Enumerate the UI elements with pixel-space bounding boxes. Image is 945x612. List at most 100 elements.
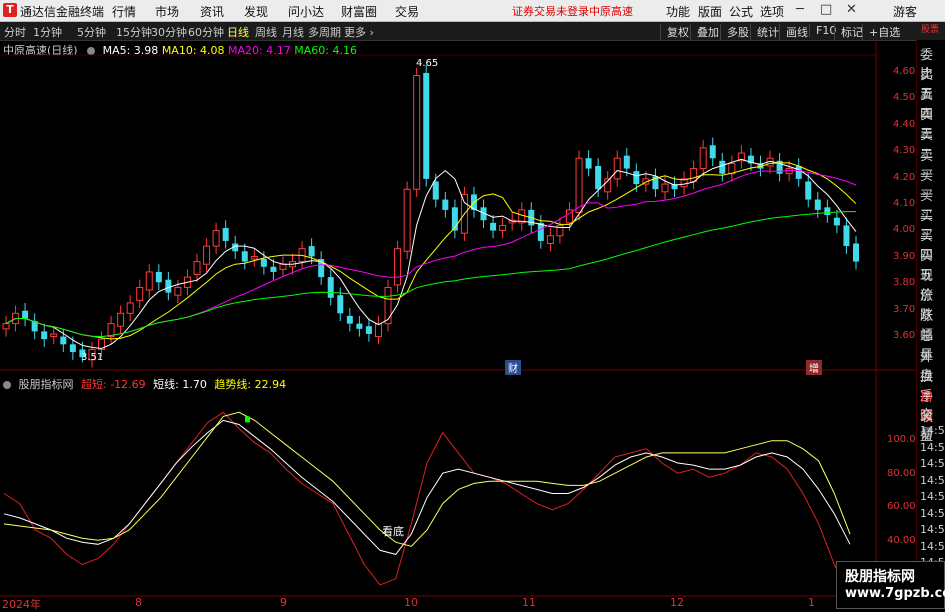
tool-huaxian[interactable]: 画线 [779, 24, 808, 40]
period-toolbar: 分时 1分钟 5分钟 15分钟 30分钟 60分钟 日线 周线 月线 多周期 更… [0, 22, 945, 41]
indicator-title: 股朋指标网 [18, 378, 74, 391]
trade-time: 14:56 [920, 424, 945, 437]
tool-biaoji[interactable]: 标记 [834, 24, 863, 40]
candle-body [346, 315, 353, 324]
trend-line-label: 趋势线: 22.94 [214, 378, 287, 391]
ma60-line [5, 211, 856, 338]
annotation-kandi: 看底 [382, 525, 404, 538]
menu-item-caifuquan[interactable]: 财富圈 [341, 3, 377, 20]
menu-item-jiaoyi[interactable]: 交易 [395, 3, 419, 20]
candle-body [117, 312, 125, 327]
menu-item-hangqing[interactable]: 行情 [112, 3, 136, 20]
date-8: 8 [135, 596, 142, 609]
menu-item-xuanxiang[interactable]: 选项 [760, 3, 784, 20]
candle-body [499, 224, 507, 232]
tool-tongji[interactable]: 统计 [750, 24, 779, 40]
menu-item-shichang[interactable]: 市场 [155, 3, 179, 20]
marker-cai[interactable]: 财 [505, 360, 521, 375]
minimize-icon[interactable]: ─ [796, 2, 804, 17]
price-tick-label: 3.80 [893, 277, 916, 289]
signal-marker [245, 416, 250, 423]
candle-body [490, 222, 497, 231]
tool-add-watchlist[interactable]: +自选 [862, 24, 900, 40]
indicator-line-1 [3, 419, 851, 555]
period-monthly[interactable]: 月线 [282, 24, 304, 40]
indicator-tick-label: 60.00 [887, 501, 916, 512]
candle-body [165, 279, 172, 293]
date-11: 11 [522, 596, 536, 609]
price-tick-label: 3.60 [893, 330, 916, 341]
trade-time: 14:56 [920, 539, 945, 553]
watermark-line1: 股朋指标网 [845, 569, 915, 585]
menu-item-gongshi[interactable]: 公式 [729, 3, 753, 20]
candle-body [575, 157, 583, 213]
moving-average-lines [5, 158, 857, 350]
date-1: 1 [808, 596, 815, 609]
period-multi[interactable]: 多周期 [308, 24, 341, 40]
stock-name-top: 中原高速 [589, 5, 633, 18]
marker-zeng[interactable]: 增 [806, 360, 822, 375]
candle-body [403, 188, 411, 252]
date-12: 12 [670, 596, 684, 609]
app-title: 通达信金融终端 [20, 5, 105, 19]
candle-body [613, 157, 621, 180]
period-15min[interactable]: 15分钟 [116, 24, 152, 40]
candle-body [356, 323, 363, 329]
tool-f10[interactable]: F10 [809, 24, 836, 37]
candle-body [413, 75, 421, 190]
close-icon[interactable]: ✕ [846, 2, 857, 17]
candle-body [155, 271, 162, 283]
tool-fuquan[interactable]: 复权 [660, 24, 689, 40]
candle-body [270, 266, 277, 272]
candle-body [785, 168, 793, 175]
candle-body [193, 261, 201, 276]
menu-item-faxian[interactable]: 发现 [244, 3, 268, 20]
period-daily[interactable]: 日线 [227, 24, 249, 40]
date-9: 9 [280, 596, 287, 609]
candle-body [374, 323, 382, 338]
watermark-line2: www.7gpzb.com [845, 586, 945, 601]
candle-body [595, 165, 602, 190]
maximize-icon[interactable]: □ [820, 2, 832, 17]
chart-canvas[interactable] [0, 40, 916, 609]
chart-grid [0, 40, 916, 609]
tool-duogu[interactable]: 多股 [720, 24, 749, 40]
period-more[interactable]: 更多 › [344, 24, 374, 40]
menu-item-banmian[interactable]: 版面 [698, 3, 722, 20]
candle-body [22, 310, 29, 319]
candle-body [805, 181, 812, 200]
indicator-tick-label: 80.00 [887, 467, 916, 479]
date-10: 10 [404, 596, 418, 609]
period-60min[interactable]: 60分钟 [188, 24, 224, 40]
menu-item-zixun[interactable]: 资讯 [200, 3, 224, 20]
indicator-settings-icon[interactable] [3, 381, 11, 389]
price-tick-label: 4.40 [893, 118, 916, 130]
candle-body [136, 286, 144, 301]
indicator-line-2 [3, 411, 851, 547]
candle-body [241, 251, 248, 262]
candle-body [384, 286, 392, 325]
candle-body [50, 333, 58, 338]
period-weekly[interactable]: 周线 [255, 24, 277, 40]
indicator-lines [3, 411, 851, 596]
menu-item-wenxiaoda[interactable]: 问小达 [288, 3, 324, 20]
trade-time: 14:56 [920, 523, 945, 536]
candle-body [222, 228, 229, 241]
low-price-label: 3.51 [81, 352, 104, 363]
candle-body [174, 286, 182, 296]
trade-time: 14:56 [920, 457, 945, 470]
menu-bar: T 通达信金融终端 行情 市场 资讯 发现 问小达 财富圈 交易 证券交易未登录… [0, 0, 945, 22]
period-5min[interactable]: 5分钟 [77, 24, 106, 40]
candle-body [709, 145, 716, 159]
candle-body [824, 207, 831, 216]
tool-diejia[interactable]: 叠加 [690, 24, 719, 40]
menu-item-gongneng[interactable]: 功能 [666, 3, 690, 20]
candle-body [365, 326, 372, 334]
candle-body [203, 245, 211, 265]
period-30min[interactable]: 30分钟 [151, 24, 187, 40]
login-notice[interactable]: 证券交易未登录 [512, 3, 589, 19]
chevron-right-icon: › [369, 26, 374, 39]
period-1min[interactable]: 1分钟 [33, 24, 62, 40]
period-fenshi[interactable]: 分时 [4, 24, 26, 40]
guest-button[interactable]: 游客 [893, 3, 917, 20]
